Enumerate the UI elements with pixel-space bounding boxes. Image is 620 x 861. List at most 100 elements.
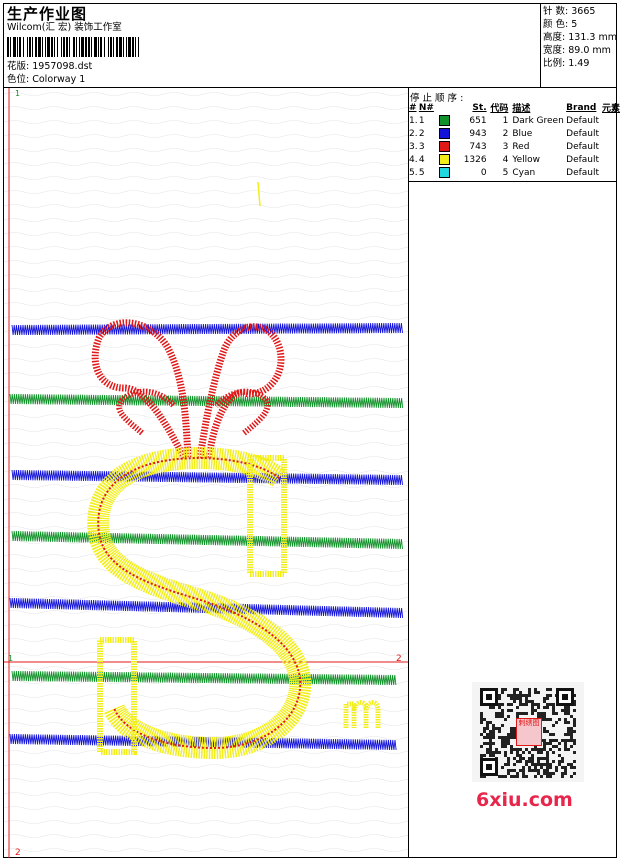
needle-number: 2 xyxy=(418,129,425,139)
watermark-text: 6xiu.com xyxy=(476,789,573,811)
row-code: 5 xyxy=(502,167,509,178)
row-code: 3 xyxy=(502,141,509,152)
row-description: Blue xyxy=(512,128,533,139)
row-brand: Default xyxy=(566,167,600,178)
red-ears xyxy=(91,319,285,460)
color-swatch xyxy=(438,128,450,139)
thread-row: 5. 5 0 5 Cyan Default xyxy=(409,166,620,179)
row-stitches: 743 xyxy=(469,141,487,152)
row-element xyxy=(602,153,620,166)
thread-table: # N# St. 代码 描述 Brand 元素 1. 1 651 1 Dark Gree… xyxy=(409,101,620,179)
colors-line: 颜 色: 5 xyxy=(543,18,617,31)
colors-value: 5 xyxy=(571,19,578,30)
thread-table-header: # N# St. 代码 描述 Brand 元素 xyxy=(409,101,620,115)
header-spec-divider xyxy=(540,3,541,88)
row-description: Dark Green xyxy=(512,115,564,126)
page-title: 生产作业图 xyxy=(7,5,88,23)
color-swatch xyxy=(438,141,450,152)
stitches-value: 3665 xyxy=(571,6,596,17)
company-name: Wilcom(汇 宏) 装饰工作室 xyxy=(7,22,122,33)
width-value: 89.0 mm xyxy=(568,45,611,56)
stray-stitch xyxy=(257,181,261,207)
color-swatch xyxy=(438,167,450,178)
width-line: 宽度: 89.0 mm xyxy=(543,44,617,57)
row-index: 3. xyxy=(409,141,418,152)
row-needle: 2 xyxy=(419,127,450,140)
height-value: 131.3 mm xyxy=(568,32,617,43)
scale-label: 比例: xyxy=(543,58,566,69)
row-stitches: 1326 xyxy=(463,154,487,165)
marker-top-left: 1 xyxy=(15,89,20,98)
row-stitches: 943 xyxy=(469,128,487,139)
stitch-band xyxy=(11,530,403,550)
needle-number: 4 xyxy=(418,155,425,165)
design-canvas: 1 1 2 2 xyxy=(4,88,408,858)
barcode-image xyxy=(7,37,139,57)
row-index: 2. xyxy=(409,128,418,139)
main-divider xyxy=(408,88,409,858)
height-line: 高度: 131.3 mm xyxy=(543,31,617,44)
row-brand: Default xyxy=(566,141,600,152)
needle-number: 5 xyxy=(418,168,425,178)
row-element xyxy=(602,140,620,153)
design-value: 1957098.dst xyxy=(32,61,93,72)
scale-value: 1.49 xyxy=(568,58,590,69)
col-description: 描述 xyxy=(512,104,531,114)
color-swatch xyxy=(438,115,450,126)
row-code: 4 xyxy=(502,154,509,165)
row-needle: 4 xyxy=(419,153,450,166)
design-label: 花版: xyxy=(7,61,30,72)
col-code: 代码 xyxy=(490,104,509,114)
col-stitches: St. xyxy=(472,102,487,113)
qr-logo: 刺绣图 xyxy=(516,718,542,746)
stitch-bands xyxy=(9,322,404,751)
marker-mid-left: 1 xyxy=(8,654,13,663)
spec-panel: 针 数: 3665 颜 色: 5 高度: 131.3 mm 宽度: 89.0 m… xyxy=(543,5,617,70)
stitches-line: 针 数: 3665 xyxy=(543,5,617,18)
col-index: # xyxy=(409,102,417,113)
colorway-value: Colorway 1 xyxy=(32,74,86,85)
colorway-line: 色位: Colorway 1 xyxy=(7,74,85,86)
row-brand: Default xyxy=(566,154,600,165)
row-description: Red xyxy=(512,141,530,152)
stop-sequence-divider xyxy=(408,181,617,182)
row-needle: 1 xyxy=(419,114,450,127)
row-code: 2 xyxy=(502,128,509,139)
color-swatch xyxy=(438,154,450,165)
stitch-band xyxy=(11,670,397,686)
row-element xyxy=(602,114,620,127)
row-brand: Default xyxy=(566,128,600,139)
thread-row: 2. 2 943 2 Blue Default xyxy=(409,127,620,140)
row-stitches: 0 xyxy=(480,167,487,178)
marker-bottom-left: 2 xyxy=(15,848,21,858)
row-brand: Default xyxy=(566,115,600,126)
row-description: Yellow xyxy=(512,154,541,165)
thread-row: 3. 3 743 3 Red Default xyxy=(409,140,620,153)
row-index: 4. xyxy=(409,154,418,165)
row-needle: 3 xyxy=(419,140,450,153)
needle-number: 3 xyxy=(418,142,425,152)
stitch-band xyxy=(9,597,404,619)
thread-row: 4. 4 1326 4 Yellow Default xyxy=(409,153,620,166)
stitches-label: 针 数: xyxy=(543,6,569,17)
row-code: 1 xyxy=(502,115,509,126)
row-element xyxy=(602,127,620,140)
col-needle: N# xyxy=(418,102,434,113)
width-label: 宽度: xyxy=(543,45,566,56)
row-index: 5. xyxy=(409,167,418,178)
scale-line: 比例: 1.49 xyxy=(543,57,617,70)
row-index: 1. xyxy=(409,115,418,126)
col-brand: Brand xyxy=(566,102,597,113)
thread-row: 1. 1 651 1 Dark Green Default xyxy=(409,114,620,127)
row-stitches: 651 xyxy=(469,115,487,126)
colors-label: 颜 色: xyxy=(543,19,569,30)
colorway-label: 色位: xyxy=(7,74,30,85)
height-label: 高度: xyxy=(543,32,566,43)
design-line: 花版: 1957098.dst xyxy=(7,61,92,73)
marker-mid-right: 2 xyxy=(396,654,402,664)
row-needle: 5 xyxy=(419,166,450,179)
needle-number: 1 xyxy=(418,116,425,126)
col-element: 元素 xyxy=(601,104,620,114)
row-element xyxy=(602,166,620,179)
stitch-band xyxy=(11,322,403,336)
